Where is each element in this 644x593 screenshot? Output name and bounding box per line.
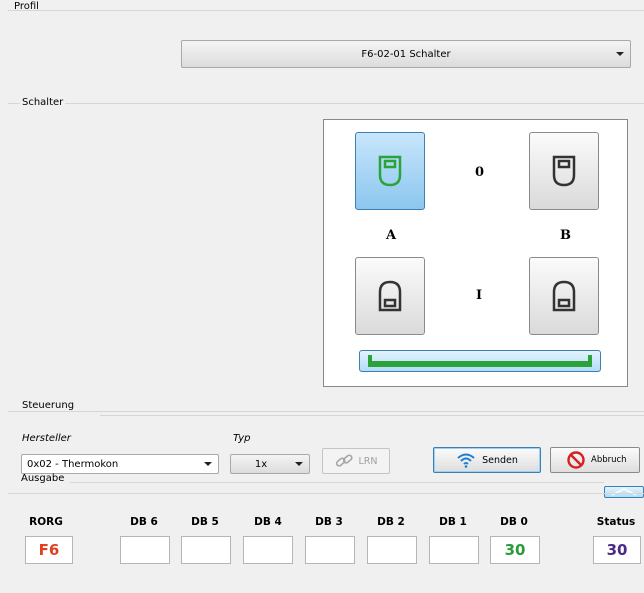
hersteller-select-value: 0x02 - Thermokon: [27, 458, 119, 470]
wifi-icon: [457, 453, 475, 468]
cell-db2: [367, 536, 417, 564]
switch-state-indicator: [359, 350, 601, 372]
ausgabe-title: Ausgabe: [21, 473, 65, 484]
col-db0: DB 0: [500, 516, 528, 528]
col-rorg: RORG: [29, 516, 63, 528]
col-db1: DB 1: [439, 516, 467, 528]
col-status: Status: [596, 516, 636, 528]
chevron-down-icon: [295, 462, 303, 466]
senden-button-label: Senden: [482, 454, 518, 466]
rocker-bi-button[interactable]: [529, 257, 599, 335]
typ-select[interactable]: 1x: [230, 454, 310, 474]
cell-db0: 30: [490, 536, 540, 564]
rocker-up-icon: [378, 155, 402, 187]
stop-icon: [567, 451, 585, 469]
col-db2: DB 2: [377, 516, 405, 528]
col-db3: DB 3: [315, 516, 343, 528]
col-db4: DB 4: [254, 516, 282, 528]
abbruch-button[interactable]: Abbruch: [550, 447, 640, 473]
typ-select-value: 1x: [254, 458, 268, 470]
profile-select-value: F6-02-01 Schalter: [361, 48, 451, 60]
rocker-ai-button[interactable]: [355, 257, 425, 335]
typ-label: Typ: [233, 433, 251, 444]
cell-rorg: F6: [25, 536, 73, 564]
steuerung-group: Steuerung: [8, 400, 644, 412]
lrn-button[interactable]: LRN: [322, 448, 390, 474]
rocker-b0-button[interactable]: [529, 132, 599, 210]
chevron-up-icon: [611, 488, 637, 496]
collapse-button[interactable]: [604, 486, 644, 498]
link-icon: [335, 454, 353, 467]
steuerung-divider: [100, 415, 644, 416]
schalter-title: Schalter: [20, 97, 66, 108]
cell-db5: [181, 536, 231, 564]
abbruch-button-label: Abbruch: [591, 455, 627, 465]
chevron-down-icon: [616, 52, 624, 56]
cell-db4: [243, 536, 293, 564]
cell-db6: [120, 536, 170, 564]
switch-panel: 0 A B I: [323, 119, 628, 387]
rocker-up-icon: [552, 155, 576, 187]
chevron-down-icon: [204, 462, 212, 466]
label-0: 0: [475, 165, 485, 180]
cell-status: 30: [593, 536, 641, 564]
label-a: A: [386, 228, 397, 243]
senden-button[interactable]: Senden: [433, 447, 541, 473]
cell-db3: [305, 536, 355, 564]
steuerung-title: Steuerung: [20, 400, 77, 411]
label-b: B: [560, 228, 571, 243]
lrn-button-label: LRN: [358, 455, 378, 467]
col-db5: DB 5: [191, 516, 219, 528]
switch-state-fill: [368, 355, 592, 367]
rocker-a0-button[interactable]: [355, 132, 425, 210]
profile-select[interactable]: F6-02-01 Schalter: [181, 40, 631, 68]
ausgabe-line: [70, 482, 604, 483]
hersteller-select[interactable]: 0x02 - Thermokon: [21, 454, 219, 474]
cell-db1: [429, 536, 479, 564]
label-i: I: [476, 288, 483, 303]
ausgabe-divider: [8, 493, 644, 494]
rocker-down-icon: [378, 280, 402, 312]
col-db6: DB 6: [130, 516, 158, 528]
hersteller-label: Hersteller: [22, 433, 71, 444]
profil-divider: [8, 10, 644, 11]
schalter-group: Schalter: [8, 97, 644, 108]
rocker-down-icon: [552, 280, 576, 312]
